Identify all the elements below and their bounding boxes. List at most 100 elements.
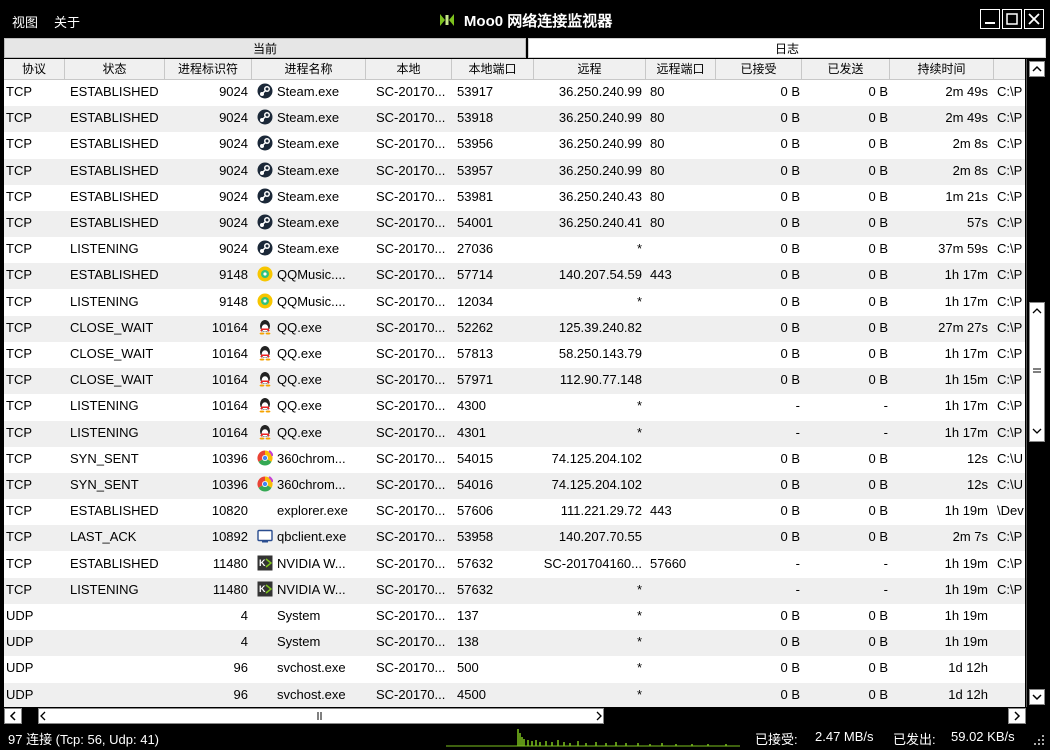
cell-path: C:\P [997, 110, 1023, 126]
table-row[interactable]: TCP ESTABLISHED 9024 Steam.exe SC-20170... 53… [4, 158, 1025, 185]
cell-path: C:\P [997, 398, 1023, 414]
column-process[interactable]: 进程名称 [252, 59, 366, 79]
cell-local-port: 12034 [457, 293, 494, 309]
table-row[interactable]: TCP ESTABLISHED 9024 Steam.exe SC-20170... 53… [4, 185, 1025, 211]
scroll-left-button[interactable] [4, 708, 22, 724]
cell-remote-port [650, 368, 720, 394]
table-row[interactable]: TCP LISTENING 9148 QQMusic.... SC-20170... 12… [4, 290, 1025, 316]
table-row[interactable]: TCP ESTABLISHED 9024 Steam.exe SC-20170... 53… [4, 132, 1025, 158]
table-row[interactable]: TCP ESTABLISHED 9024 Steam.exe SC-20170... 53… [4, 80, 1025, 106]
cell-process: Steam.exe [277, 84, 340, 99]
scroll-up-button[interactable] [1029, 61, 1045, 77]
table-row[interactable]: UDP 4 System SC-20170... 138 * 0 B 0 B 1h 19m [4, 630, 1025, 657]
cell-pid: 10164 [211, 372, 248, 388]
table-row[interactable]: TCP SYN_SENT 10396 360chrom... SC-20170... 54… [4, 473, 1025, 499]
resize-grip-icon[interactable] [1033, 734, 1045, 746]
column-duration[interactable]: 持续时间 [890, 59, 994, 79]
maximize-button[interactable] [1002, 9, 1022, 29]
table-row[interactable]: TCP SYN_SENT 10396 360chrom... SC-20170... 54… [4, 447, 1025, 473]
cell-duration: 37m 59s [938, 241, 988, 257]
cell-local-port: 500 [457, 660, 479, 676]
status-bar: 97 连接 (Tcp: 56, Udp: 41) 已接受: 2.47 MB/s … [0, 724, 1050, 750]
table-row[interactable]: UDP 96 svchost.exe SC-20170... 500 * 0 B 0 B 1d … [4, 656, 1025, 682]
table-row[interactable]: TCP LISTENING 9024 Steam.exe SC-20170... 2703… [4, 237, 1025, 263]
qq-icon [257, 371, 273, 387]
table-row[interactable]: TCP LISTENING 10164 QQ.exe SC-20170... 4301 * -… [4, 420, 1025, 447]
group-current[interactable]: 当前 [4, 38, 526, 58]
table-row[interactable]: TCP ESTABLISHED 9024 Steam.exe SC-20170... 53… [4, 106, 1025, 133]
table-row[interactable]: TCP CLOSE_WAIT 10164 QQ.exe SC-20170... 57813… [4, 342, 1025, 368]
horizontal-scrollbar[interactable] [4, 708, 1026, 724]
cell-remote-port [650, 525, 720, 551]
cell-received: 0 B [780, 215, 800, 230]
column-pid[interactable]: 进程标识符 [165, 59, 252, 79]
cell-pid: 9024 [219, 188, 248, 204]
cell-local: SC-20170... [376, 529, 446, 545]
cell-state: ESTABLISHED [70, 267, 159, 283]
column-path[interactable] [994, 59, 1025, 79]
table-row[interactable]: TCP ESTABLISHED 9024 Steam.exe SC-20170... 54… [4, 211, 1025, 237]
steam-icon [257, 162, 273, 178]
cell-process: QQMusic.... [277, 267, 346, 283]
cell-sent: 0 B [868, 608, 888, 623]
cell-pid: 9024 [219, 241, 248, 257]
table-row[interactable]: TCP ESTABLISHED 10820 explorer.exe SC-20170.… [4, 499, 1025, 525]
cell-duration: 2m 49s [945, 110, 988, 126]
cell-sent: 0 B [868, 162, 888, 178]
cell-duration: 1h 19m [944, 503, 988, 519]
column-local[interactable]: 本地 [366, 59, 452, 79]
cell-local-port: 57606 [457, 503, 494, 519]
cell-remote-port [650, 656, 720, 682]
table-row[interactable]: TCP CLOSE_WAIT 10164 QQ.exe SC-20170... 57971… [4, 368, 1025, 395]
title-bar: 视图 关于 Moo0 网络连接监视器 [0, 0, 1050, 38]
scroll-right-button[interactable] [1008, 708, 1026, 724]
column-protocol[interactable]: 协议 [4, 59, 65, 79]
vertical-scroll-thumb[interactable] [1029, 302, 1045, 442]
close-button[interactable] [1024, 9, 1044, 29]
cell-remote-port [650, 683, 720, 707]
cell-local: SC-20170... [376, 215, 446, 230]
chevron-down-icon [1032, 694, 1042, 701]
qbclient-icon [257, 528, 273, 544]
table-row[interactable]: UDP 4 System SC-20170... 137 * 0 B 0 B 1h 19m [4, 604, 1025, 630]
column-local-port[interactable]: 本地端口 [452, 59, 534, 79]
minimize-button[interactable] [980, 9, 1000, 29]
cell-received: 0 B [780, 634, 800, 650]
cell-path: C:\P [997, 529, 1023, 545]
cell-pid: 10396 [211, 477, 248, 492]
cell-process: qbclient.exe [277, 529, 347, 545]
group-log[interactable]: 日志 [528, 38, 1046, 58]
cell-pid: 9024 [219, 136, 248, 152]
scroll-down-button[interactable] [1029, 689, 1045, 705]
cell-state: SYN_SENT [70, 477, 139, 492]
cell-local: SC-20170... [376, 686, 446, 702]
column-sent[interactable]: 已发送 [802, 59, 890, 79]
column-remote-port[interactable]: 远程端口 [646, 59, 716, 79]
cell-protocol: TCP [6, 162, 32, 178]
cell-local-port: 54016 [457, 477, 494, 492]
table-row[interactable]: TCP ESTABLISHED 11480 NVIDIA W... SC-20170..… [4, 552, 1025, 578]
cell-received: 0 B [780, 346, 800, 361]
horizontal-scroll-thumb[interactable] [38, 708, 604, 724]
column-remote[interactable]: 远程 [534, 59, 646, 79]
cell-local: SC-20170... [376, 424, 446, 440]
column-received[interactable]: 已接受 [716, 59, 802, 79]
table-row[interactable]: TCP LISTENING 10164 QQ.exe SC-20170... 4300 * -… [4, 394, 1025, 420]
table-row[interactable]: UDP 96 svchost.exe SC-20170... 4500 * 0 B 0 B 1d… [4, 682, 1025, 707]
table-row[interactable]: TCP LAST_ACK 10892 qbclient.exe SC-20170... 5… [4, 525, 1025, 552]
cell-received: 0 B [780, 608, 800, 623]
cell-local: SC-20170... [376, 503, 446, 519]
vertical-scrollbar[interactable] [1026, 59, 1046, 707]
cell-local: SC-20170... [376, 319, 446, 335]
column-header-row: 协议 状态 进程标识符 进程名称 本地 本地端口 远程 远程端口 已接受 已发送… [4, 59, 1025, 80]
cell-received: 0 B [780, 660, 800, 676]
column-state[interactable]: 状态 [65, 59, 165, 79]
cell-received: 0 B [780, 293, 800, 309]
cell-state: ESTABLISHED [70, 136, 159, 152]
table-row[interactable]: TCP CLOSE_WAIT 10164 QQ.exe SC-20170... 52262… [4, 315, 1025, 342]
cell-state [70, 630, 166, 656]
qq-icon [257, 397, 273, 413]
table-row[interactable]: TCP LISTENING 11480 NVIDIA W... SC-20170... 5… [4, 577, 1025, 604]
cell-remote-port [650, 630, 720, 656]
table-row[interactable]: TCP ESTABLISHED 9148 QQMusic.... SC-20170...… [4, 263, 1025, 290]
